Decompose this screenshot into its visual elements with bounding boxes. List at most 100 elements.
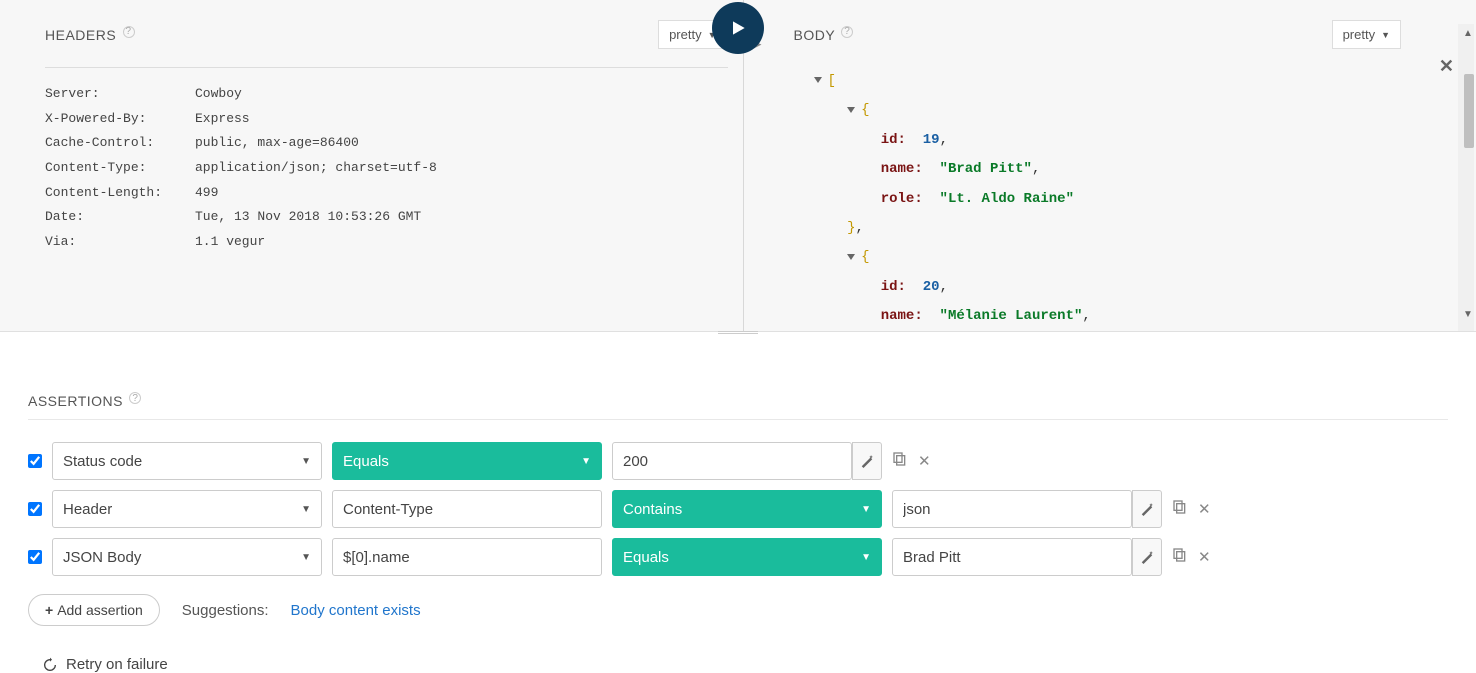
suggestion-link[interactable]: Body content exists (291, 602, 421, 619)
assertion-enabled-checkbox[interactable] (28, 502, 42, 516)
suggestions-label: Suggestions: (182, 602, 269, 619)
chevron-down-icon: ▼ (861, 504, 871, 515)
assertion-property-input[interactable] (332, 538, 602, 576)
assertion-property-input[interactable] (332, 490, 602, 528)
header-key: Via: (45, 230, 195, 255)
body-title: BODY ? (794, 26, 854, 43)
chevron-down-icon: ▼ (301, 456, 311, 467)
assertion-target-input[interactable] (892, 538, 1132, 576)
resize-handle[interactable] (718, 330, 758, 334)
header-value: application/json; charset=utf-8 (195, 156, 728, 181)
copy-icon[interactable] (1172, 547, 1188, 567)
header-value: public, max-age=86400 (195, 131, 728, 156)
json-key: name: (881, 308, 923, 324)
json-line: id: 20, (814, 273, 1462, 302)
header-row: Via:1.1 vegur (45, 230, 728, 255)
header-value: 1.1 vegur (195, 230, 728, 255)
header-row: Content-Length:499 (45, 181, 728, 206)
scroll-up-icon[interactable]: ▲ (1460, 24, 1476, 44)
delete-icon[interactable]: ✕ (918, 452, 931, 470)
copy-icon[interactable] (1172, 499, 1188, 519)
json-line: role: "Lt. Aldo Raine" (814, 185, 1462, 214)
header-key: X-Powered-By: (45, 107, 195, 132)
body-title-text: BODY (794, 27, 835, 43)
help-icon[interactable]: ? (129, 392, 141, 404)
assertion-source-select[interactable]: JSON Body ▼ (52, 538, 322, 576)
header-row: Content-Type:application/json; charset=u… (45, 156, 728, 181)
header-row: Cache-Control:public, max-age=86400 (45, 131, 728, 156)
comma: , (940, 279, 948, 295)
retry-label: Retry on failure (66, 656, 168, 673)
pretty-label: pretty (669, 27, 702, 42)
header-key: Date: (45, 205, 195, 230)
toggle-icon[interactable] (814, 77, 822, 83)
assertion-row: Status code ▼ Equals▼ ✕ (28, 442, 1448, 480)
brace: { (861, 102, 869, 118)
plus-icon: + (45, 602, 53, 618)
assertion-comparison-select[interactable]: Equals▼ (332, 442, 602, 480)
json-value: "Lt. Aldo Raine" (940, 191, 1074, 207)
assertion-source-select[interactable]: Status code ▼ (52, 442, 322, 480)
retry-on-failure-toggle[interactable]: Retry on failure (42, 656, 1448, 673)
delete-icon[interactable]: ✕ (1198, 548, 1211, 566)
assertion-enabled-checkbox[interactable] (28, 550, 42, 564)
assertion-enabled-checkbox[interactable] (28, 454, 42, 468)
body-panel: ▶ BODY ? pretty ▼ ✕ [ { id: 19, name: "B… (744, 0, 1476, 331)
scrollbar-track[interactable] (1458, 24, 1474, 331)
select-value: JSON Body (63, 549, 141, 566)
assertion-comparison-select[interactable]: Contains ▼ (612, 490, 882, 528)
scroll-down-icon[interactable]: ▼ (1460, 305, 1476, 325)
help-icon[interactable]: ? (123, 26, 135, 38)
wand-icon (860, 454, 874, 468)
brace: } (847, 220, 855, 236)
select-value: Status code (63, 453, 142, 470)
bracket: [ (828, 73, 836, 89)
assertion-target-input[interactable] (892, 490, 1132, 528)
json-line: name: "Brad Pitt", (814, 155, 1462, 184)
header-key: Server: (45, 82, 195, 107)
json-line: [ (814, 67, 1462, 96)
assertions-section: ASSERTIONS ? Status code ▼ Equals▼ ✕ Head… (0, 332, 1476, 673)
add-assertion-label: Add assertion (57, 602, 143, 618)
magic-wand-button[interactable] (1132, 490, 1162, 528)
toggle-icon[interactable] (847, 254, 855, 260)
header-row: X-Powered-By:Express (45, 107, 728, 132)
comma: , (856, 220, 864, 236)
json-line: name: "Mélanie Laurent", (814, 302, 1462, 331)
comma: , (940, 132, 948, 148)
headers-title-text: HEADERS (45, 27, 116, 43)
divider (45, 67, 728, 68)
assertion-row: Header▼ Contains ▼ ✕ (28, 490, 1448, 528)
assertions-title: ASSERTIONS ? (28, 392, 1448, 409)
wand-icon (1140, 502, 1154, 516)
copy-icon[interactable] (892, 451, 908, 471)
header-value: Express (195, 107, 728, 132)
help-icon[interactable]: ? (841, 26, 853, 38)
json-key: id: (881, 279, 906, 295)
assertion-source-select[interactable]: Header▼ (52, 490, 322, 528)
chevron-down-icon: ▼ (861, 552, 871, 563)
assertions-title-text: ASSERTIONS (28, 393, 123, 409)
delete-icon[interactable]: ✕ (1198, 500, 1211, 518)
toggle-icon[interactable] (847, 107, 855, 113)
assertion-target-input[interactable] (612, 442, 852, 480)
magic-wand-button[interactable] (852, 442, 882, 480)
magic-wand-button[interactable] (1132, 538, 1162, 576)
header-row: Date:Tue, 13 Nov 2018 10:53:26 GMT (45, 205, 728, 230)
divider (28, 419, 1448, 420)
headers-table: Server:Cowboy X-Powered-By:Express Cache… (30, 82, 743, 255)
play-button[interactable] (712, 2, 764, 54)
add-assertion-button[interactable]: + Add assertion (28, 594, 160, 626)
chevron-down-icon: ▼ (301, 552, 311, 563)
assertion-comparison-select[interactable]: Equals▼ (612, 538, 882, 576)
chevron-down-icon: ▼ (1381, 30, 1390, 40)
chevron-down-icon: ▼ (581, 456, 591, 467)
scrollbar-thumb[interactable] (1464, 74, 1474, 148)
comma: , (1082, 308, 1090, 324)
json-value: 20 (923, 279, 940, 295)
json-value: "Mélanie Laurent" (940, 308, 1083, 324)
close-icon[interactable]: ✕ (1439, 56, 1454, 77)
select-value: Header (63, 501, 112, 518)
body-pretty-select[interactable]: pretty ▼ (1332, 20, 1401, 49)
select-value: Contains (623, 501, 682, 518)
